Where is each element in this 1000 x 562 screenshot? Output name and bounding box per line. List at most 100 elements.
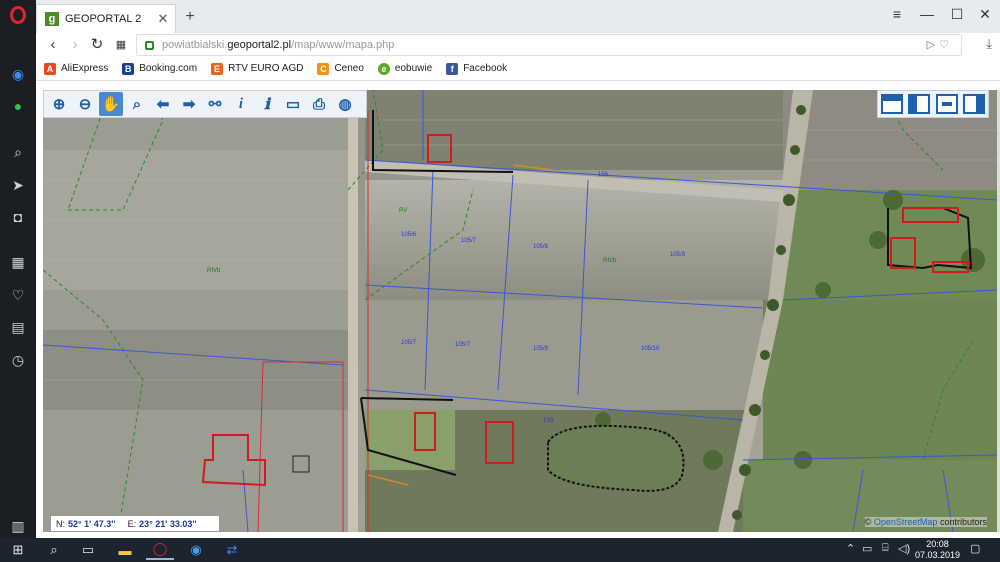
bookmarks-bar: A AliExpress B Booking.com E RTV EURO AG… — [36, 57, 1000, 81]
url-path: /map/www/mapa.php — [291, 39, 395, 51]
taskbar-clock[interactable]: 20:08 07.03.2019 — [915, 539, 960, 561]
bookmark-aliexpress[interactable]: A AliExpress — [44, 62, 109, 75]
teamviewer-icon[interactable]: ⇄ — [218, 540, 246, 560]
link-icon[interactable]: ⚯ — [203, 92, 227, 116]
close-tab-icon[interactable]: ✕ — [155, 11, 171, 27]
layout-right-panel-icon[interactable] — [963, 94, 986, 114]
speed-dial-icon[interactable]: ▦ — [8, 252, 28, 272]
battery-icon[interactable]: ▭ — [862, 542, 872, 555]
url-field[interactable]: powiatbialski. geoportal2.pl /map/www/ma… — [136, 34, 962, 56]
coordinates-readout: N: 52° 1' 47.3'' E: 23° 21' 33.03'' — [50, 515, 220, 532]
globe-icon[interactable]: ◍ — [333, 92, 357, 116]
app-taskbar-icon[interactable]: ◉ — [182, 540, 210, 560]
layout-top-panel-icon[interactable] — [880, 94, 903, 114]
bookmark-eobuwie[interactable]: e eobuwie — [377, 62, 432, 75]
messenger-icon[interactable]: ◉ — [8, 64, 28, 84]
secure-lock-icon — [145, 40, 154, 50]
back-icon[interactable]: ‹ — [42, 35, 64, 55]
bookmark-rtv-euro-agd[interactable]: E RTV EURO AGD — [211, 62, 303, 75]
notifications-icon[interactable]: ▢ — [970, 542, 980, 555]
heart-icon[interactable]: ♡ — [8, 285, 28, 305]
tab-menu-icon[interactable]: ≡ — [882, 6, 912, 26]
parcel-label: 105/10 — [641, 346, 660, 352]
tabs-grid-icon[interactable]: ▦ — [110, 35, 132, 55]
longitude-value: 23° 21' 33.03'' — [139, 518, 197, 529]
send-page-heart-icon[interactable]: ▷♡ — [927, 38, 953, 51]
forward-icon[interactable]: › — [64, 35, 86, 55]
clock-date: 07.03.2019 — [914, 550, 960, 560]
reload-icon[interactable]: ↻ — [86, 35, 108, 55]
bookmark-facebook[interactable]: f Facebook — [446, 62, 508, 75]
news-icon[interactable]: ▤ — [8, 317, 28, 337]
bookmark-booking[interactable]: B Booking.com — [122, 62, 198, 75]
parcel-label: 105/7 — [401, 340, 417, 346]
parcel-label: RV — [399, 208, 408, 214]
windows-taskbar: ⊞ ⌕ ▭ ▬ ◯ ◉ ⇄ ⌃ ▭ ⌸ ◁) 20:08 07.03.2019 … — [0, 538, 1000, 562]
zoom-in-icon[interactable]: ⊕ — [47, 92, 71, 116]
minimize-icon[interactable]: — — [912, 6, 942, 26]
opera-logo-icon[interactable] — [10, 6, 26, 24]
previous-view-icon[interactable]: ⬅ — [151, 92, 175, 116]
parcel-label: 105/6 — [401, 232, 417, 238]
history-icon[interactable]: ◷ — [8, 350, 28, 370]
map-canvas[interactable]: RV RIVb RIVb 156 105/6 105/7 105/8 105/7… — [43, 90, 997, 532]
search-icon[interactable]: ⌕ — [40, 540, 68, 560]
windows-start-icon[interactable]: ⊞ — [4, 540, 32, 560]
parcel-label: 156 — [598, 172, 609, 178]
new-tab-icon[interactable]: + — [180, 8, 200, 28]
layout-toolbar — [877, 90, 989, 118]
print-icon[interactable]: ⎙ — [307, 92, 331, 116]
aerial-map-image — [43, 90, 997, 532]
eobuwie-icon: e — [377, 62, 390, 75]
tab-title: GEOPORTAL 2 — [65, 13, 142, 25]
bookmark-ceneo[interactable]: C Ceneo — [317, 62, 364, 75]
map-attribution: © OpenStreetMap contributors — [864, 517, 987, 527]
task-view-icon[interactable]: ▭ — [74, 540, 102, 560]
camera-icon[interactable]: ◘ — [8, 207, 28, 227]
zoom-out-icon[interactable]: ⊖ — [73, 92, 97, 116]
openstreetmap-link[interactable]: OpenStreetMap — [874, 517, 938, 527]
clock-time: 20:08 — [926, 539, 949, 549]
parcel-label: RIVb — [603, 258, 617, 264]
ceneo-icon: C — [317, 62, 330, 75]
bookmark-label: AliExpress — [61, 63, 109, 74]
parcel-label: RIVb — [207, 268, 221, 274]
layout-left-panel-icon[interactable] — [908, 94, 931, 114]
volume-icon[interactable]: ◁) — [898, 542, 910, 555]
tab-bar: g GEOPORTAL 2 ✕ + ≡ — ☐ ✕ — [36, 0, 1000, 33]
parcel-label: 1S5 — [543, 418, 554, 424]
info-icon[interactable]: i — [229, 92, 253, 116]
tab-geoportal[interactable]: g GEOPORTAL 2 ✕ — [36, 4, 176, 33]
layout-export-icon[interactable] — [935, 94, 958, 114]
search-icon[interactable]: ⌕ — [8, 142, 28, 162]
facebook-icon: f — [446, 62, 459, 75]
whatsapp-icon[interactable]: ● — [8, 96, 28, 116]
copyright-symbol: © — [864, 517, 872, 527]
close-window-icon[interactable]: ✕ — [970, 6, 1000, 26]
next-view-icon[interactable]: ➡ — [177, 92, 201, 116]
parcel-label: 105/9 — [670, 252, 686, 258]
file-explorer-icon[interactable]: ▬ — [111, 540, 139, 560]
bookmark-label: Facebook — [463, 63, 508, 74]
longitude-label: E: — [127, 518, 137, 529]
opera-taskbar-icon[interactable]: ◯ — [146, 540, 174, 560]
aliexpress-icon: A — [44, 62, 56, 75]
tray-expand-icon[interactable]: ⌃ — [846, 542, 855, 555]
geoportal-favicon-icon: g — [45, 12, 59, 26]
bookmark-label: Ceneo — [334, 63, 364, 74]
sidebar-toggle-icon[interactable]: ▥ — [8, 516, 28, 536]
attribution-contributors: contributors — [939, 517, 987, 527]
network-icon[interactable]: ⌸ — [882, 542, 889, 555]
info-query-icon[interactable]: ℹ — [255, 92, 279, 116]
parcel-label: 105/8 — [533, 346, 549, 352]
maximize-icon[interactable]: ☐ — [942, 6, 972, 26]
address-bar-row: ‹ › ↻ ▦ powiatbialski. geoportal2.pl /ma… — [36, 33, 1000, 57]
measure-ruler-icon[interactable]: ▭ — [281, 92, 305, 116]
send-icon[interactable]: ➤ — [8, 175, 28, 195]
pan-hand-icon[interactable]: ✋ — [99, 92, 123, 116]
bookmark-label: Booking.com — [139, 63, 198, 74]
zoom-extent-icon[interactable]: ⌕ — [125, 92, 149, 116]
rtv-euro-agd-icon: E — [211, 62, 224, 75]
parcel-label: 105/7 — [455, 342, 471, 348]
download-icon[interactable]: ⤓ — [986, 36, 992, 52]
